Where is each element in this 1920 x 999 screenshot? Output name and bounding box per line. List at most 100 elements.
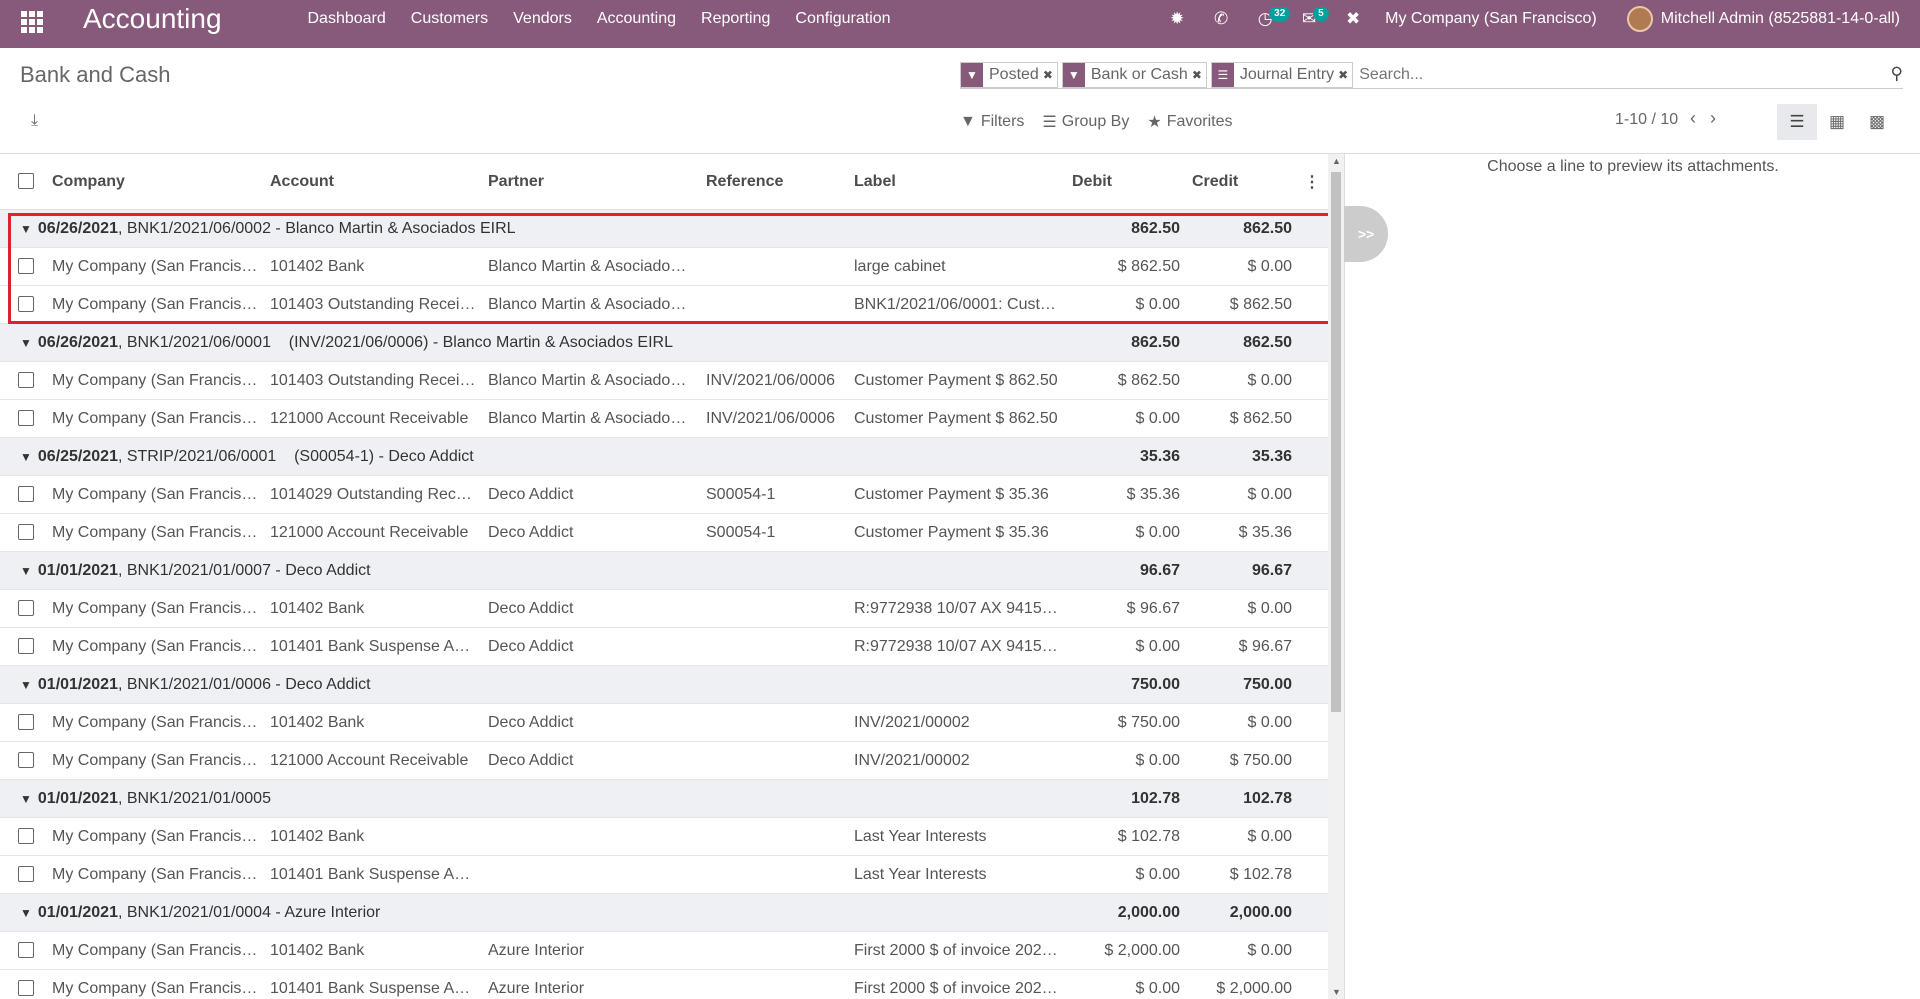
column-account[interactable]: Account (264, 154, 482, 210)
facet-posted[interactable]: ▼ Posted ✖ (960, 62, 1058, 88)
row-checkbox[interactable] (0, 627, 46, 666)
user-menu[interactable]: Mitchell Admin (8525881-14-0-all) (1626, 0, 1920, 38)
search-input[interactable] (1357, 65, 1903, 85)
download-icon[interactable]: ⤓ (31, 112, 38, 130)
group-label[interactable]: ▼ 01/01/2021, BNK1/2021/01/0005 (0, 779, 1066, 818)
group-label[interactable]: ▼ 01/01/2021, BNK1/2021/01/0006 - Deco Ad… (0, 665, 1066, 704)
select-all-checkbox[interactable] (0, 154, 46, 210)
table-row[interactable]: My Company (San Francisco) 121000 Account… (0, 513, 1328, 552)
column-debit[interactable]: Debit (1066, 154, 1186, 210)
table-row[interactable]: My Company (San Francisco) 101403 Outstan… (0, 361, 1328, 400)
optional-columns-icon[interactable]: ⋮ (1298, 154, 1328, 210)
group-label[interactable]: ▼ 01/01/2021, BNK1/2021/01/0004 - Azure I… (0, 893, 1066, 932)
group-label[interactable]: ▼ 06/25/2021, STRIP/2021/06/0001 (S00054-… (0, 437, 1066, 476)
caret-down-icon[interactable]: ▼ (20, 222, 32, 236)
bug-icon[interactable]: ✹ (1155, 0, 1199, 38)
favorites-button[interactable]: ★ Favorites (1147, 112, 1250, 132)
group-by-button[interactable]: ☰ Group By (1042, 112, 1147, 132)
chevron-right-icon[interactable]: › (1710, 108, 1716, 129)
table-row[interactable]: My Company (San Francisco) 101401 Bank Su… (0, 627, 1328, 666)
pager-value[interactable]: 1-10 / 10 (1615, 111, 1678, 129)
app-title[interactable]: Accounting (83, 0, 222, 38)
row-checkbox[interactable] (0, 703, 46, 742)
apps-menu-icon[interactable] (21, 11, 43, 33)
table-row[interactable]: My Company (San Francisco) 101401 Bank Su… (0, 855, 1328, 894)
table-row[interactable]: My Company (San Francisco) 121000 Account… (0, 399, 1328, 438)
remove-facet-icon[interactable]: ✖ (1043, 68, 1057, 82)
caret-down-icon[interactable]: ▼ (20, 678, 32, 692)
menu-dashboard[interactable]: Dashboard (295, 0, 398, 38)
pager-nav: ‹ › (1690, 108, 1716, 129)
column-company[interactable]: Company (46, 154, 264, 210)
table-row[interactable]: My Company (San Francisco) 101402 Bank Dec… (0, 703, 1328, 742)
table-row[interactable]: My Company (San Francisco) 101402 Bank Las… (0, 817, 1328, 856)
caret-down-icon[interactable]: ▼ (20, 792, 32, 806)
group-row[interactable]: ▼ 06/26/2021, BNK1/2021/06/0002 - Blanco … (0, 209, 1328, 248)
row-checkbox[interactable] (0, 399, 46, 438)
row-checkbox[interactable] (0, 513, 46, 552)
group-row[interactable]: ▼ 01/01/2021, BNK1/2021/01/0005 102.78 102.… (0, 779, 1328, 818)
filter-icon: ▼ (1062, 63, 1085, 87)
group-label[interactable]: ▼ 06/26/2021, BNK1/2021/06/0002 - Blanco … (0, 209, 1066, 248)
row-checkbox[interactable] (0, 247, 46, 286)
table-row[interactable]: My Company (San Francisco) 101402 Bank Azu… (0, 931, 1328, 970)
row-checkbox[interactable] (0, 361, 46, 400)
scroll-up-icon[interactable]: ▲ (1332, 156, 1341, 166)
row-checkbox[interactable] (0, 817, 46, 856)
messages-icon[interactable]: ✉ 5 (1287, 0, 1331, 38)
company-switcher[interactable]: My Company (San Francisco) (1375, 0, 1627, 38)
row-checkbox[interactable] (0, 589, 46, 628)
close-x-icon[interactable]: ✖ (1331, 0, 1375, 38)
row-checkbox[interactable] (0, 285, 46, 324)
table-row[interactable]: My Company (San Francisco) 1014029 Outsta… (0, 475, 1328, 514)
row-checkbox[interactable] (0, 475, 46, 514)
row-checkbox[interactable] (0, 931, 46, 970)
facet-bank-or-cash[interactable]: ▼ Bank or Cash ✖ (1061, 62, 1207, 88)
group-label[interactable]: ▼ 01/01/2021, BNK1/2021/01/0007 - Deco Ad… (0, 551, 1066, 590)
table-row[interactable]: My Company (San Francisco) 101402 Bank Dec… (0, 589, 1328, 628)
group-row[interactable]: ▼ 01/01/2021, BNK1/2021/01/0007 - Deco Ad… (0, 551, 1328, 590)
group-row[interactable]: ▼ 01/01/2021, BNK1/2021/01/0006 - Deco Ad… (0, 665, 1328, 704)
group-row[interactable]: ▼ 06/26/2021, BNK1/2021/06/0001 (INV/2021… (0, 323, 1328, 362)
column-credit[interactable]: Credit (1186, 154, 1298, 210)
pivot-view-icon[interactable]: ▦ (1817, 104, 1857, 140)
column-partner[interactable]: Partner (482, 154, 700, 210)
group-label[interactable]: ▼ 06/26/2021, BNK1/2021/06/0001 (INV/2021… (0, 323, 1066, 362)
menu-customers[interactable]: Customers (398, 0, 500, 38)
row-checkbox[interactable] (0, 855, 46, 894)
caret-down-icon[interactable]: ▼ (20, 450, 32, 464)
facet-journal-entry[interactable]: ☰ Journal Entry ✖ (1210, 62, 1354, 88)
row-checkbox[interactable] (0, 741, 46, 780)
menu-configuration[interactable]: Configuration (783, 0, 903, 38)
remove-facet-icon[interactable]: ✖ (1192, 68, 1206, 82)
group-entry: , BNK1/2021/01/0004 - Azure Interior (117, 903, 381, 921)
filters-button[interactable]: ▼ Filters (960, 112, 1042, 132)
table-row[interactable]: My Company (San Francisco) 101401 Bank Su… (0, 969, 1328, 999)
remove-facet-icon[interactable]: ✖ (1338, 68, 1352, 82)
menu-vendors[interactable]: Vendors (501, 0, 585, 38)
graph-view-icon[interactable]: ▩ (1857, 104, 1897, 140)
menu-accounting[interactable]: Accounting (584, 0, 688, 38)
search-icon[interactable]: ⚲ (1891, 64, 1903, 84)
scroll-down-icon[interactable]: ▼ (1332, 987, 1341, 997)
column-label[interactable]: Label (848, 154, 1066, 210)
table-row[interactable]: My Company (San Francisco) 101403 Outstan… (0, 285, 1328, 324)
menu-reporting[interactable]: Reporting (689, 0, 783, 38)
list-scrollbar[interactable]: ▲ ▼ (1328, 154, 1344, 999)
cell-account: 101402 Bank (264, 817, 482, 856)
list-view-icon[interactable]: ☰ (1777, 104, 1817, 140)
caret-down-icon[interactable]: ▼ (20, 564, 32, 578)
table-row[interactable]: My Company (San Francisco) 121000 Account… (0, 741, 1328, 780)
group-row[interactable]: ▼ 01/01/2021, BNK1/2021/01/0004 - Azure I… (0, 893, 1328, 932)
caret-down-icon[interactable]: ▼ (20, 906, 32, 920)
row-checkbox[interactable] (0, 969, 46, 999)
phone-icon[interactable]: ✆ (1199, 0, 1243, 38)
table-row[interactable]: My Company (San Francisco) 101402 Bank Bla… (0, 247, 1328, 286)
scroll-thumb[interactable] (1331, 172, 1341, 712)
facet-value: Bank or Cash (1090, 66, 1188, 83)
activity-clock-icon[interactable]: ◷ 32 (1243, 0, 1291, 38)
group-row[interactable]: ▼ 06/25/2021, STRIP/2021/06/0001 (S00054-… (0, 437, 1328, 476)
caret-down-icon[interactable]: ▼ (20, 336, 32, 350)
chevron-left-icon[interactable]: ‹ (1690, 108, 1696, 129)
column-reference[interactable]: Reference (700, 154, 848, 210)
